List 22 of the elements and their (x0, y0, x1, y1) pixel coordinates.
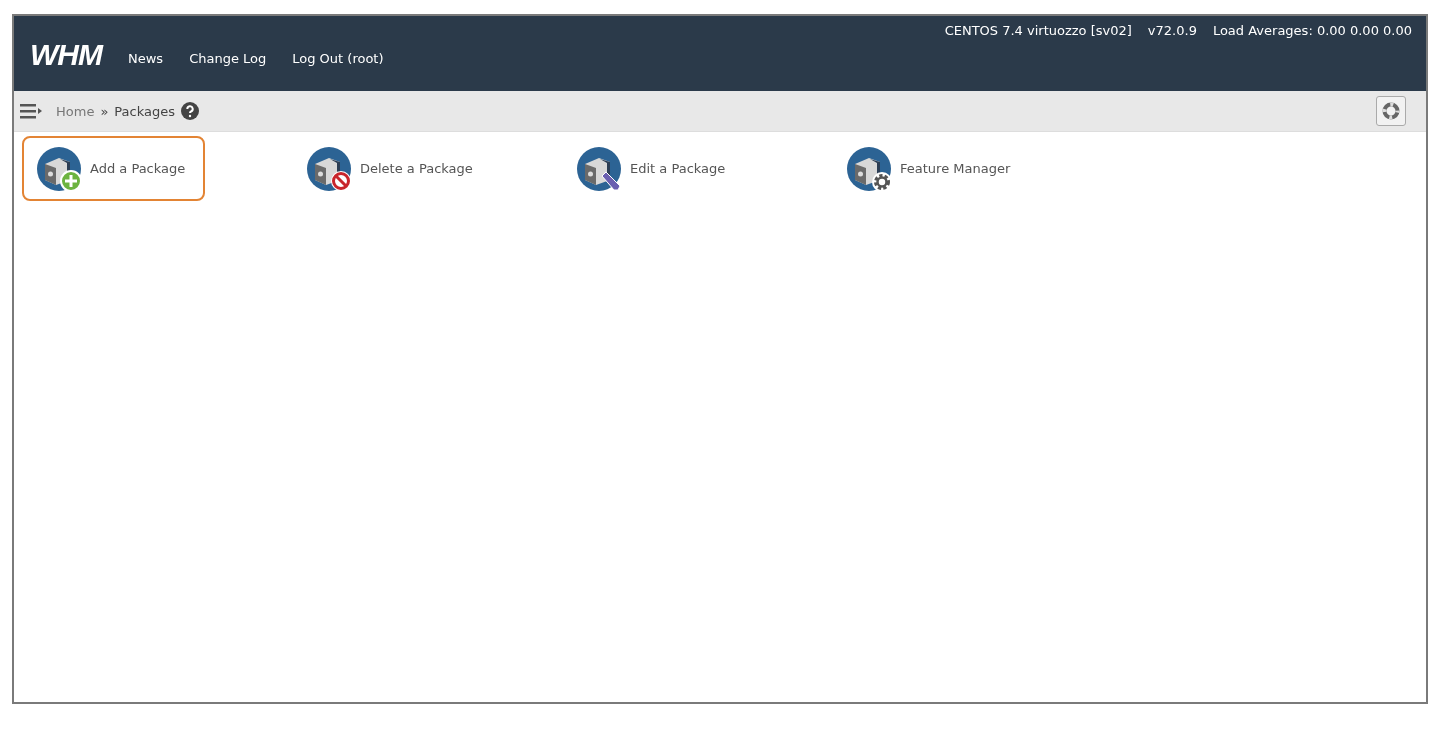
lifebuoy-icon (1382, 102, 1400, 120)
menu-icon[interactable] (20, 103, 42, 119)
support-button[interactable] (1376, 96, 1406, 126)
server-info: Load Averages: 0.00 0.00 0.00 (1212, 23, 1412, 38)
breadcrumb-current: Packages (114, 103, 176, 119)
server-info: CENTOS 7.4 virtuozzo [sv02] (944, 23, 1132, 38)
package-icon (306, 145, 352, 192)
breadcrumb-home[interactable]: Home (56, 103, 95, 119)
nav-link[interactable]: News (128, 51, 164, 70)
package-link[interactable]: Edit a Package (562, 136, 745, 201)
package-icon (846, 145, 892, 192)
package-link[interactable]: Feature Manager (832, 136, 1025, 201)
nav-link[interactable]: Log Out (root) (292, 51, 384, 70)
server-info: v72.0.9 (1147, 23, 1197, 38)
breadcrumb-separator: » (100, 103, 109, 119)
package-link[interactable]: Add a Package (22, 136, 205, 201)
package-icon (576, 145, 622, 192)
package-link[interactable]: Delete a Package (292, 136, 487, 201)
nav-link[interactable]: Change Log (189, 51, 267, 70)
help-icon[interactable] (181, 102, 200, 120)
package-icon (36, 145, 82, 192)
whm-logo: WHM (30, 40, 102, 70)
